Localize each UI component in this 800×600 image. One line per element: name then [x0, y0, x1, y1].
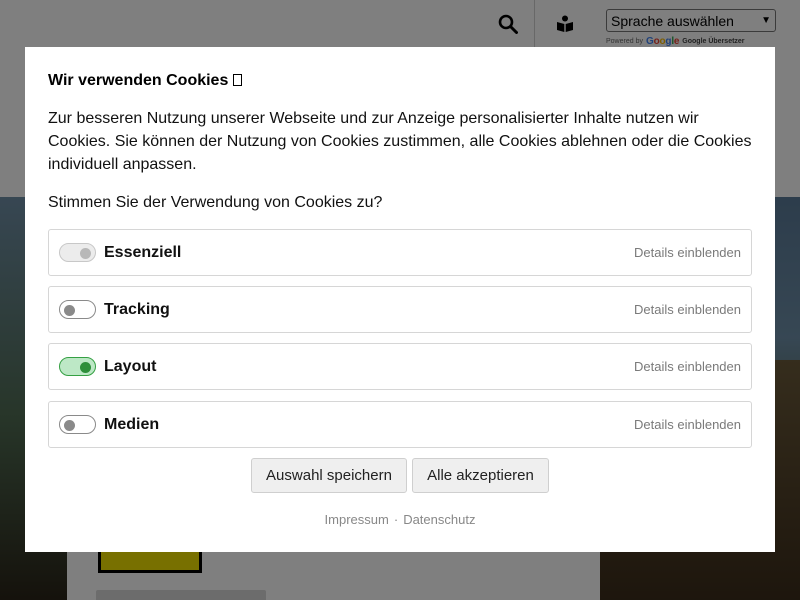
category-tracking: Tracking Details einblenden — [48, 286, 752, 333]
cookie-dialog: Wir verwenden Cookies Zur besseren Nutzu… — [25, 47, 775, 552]
category-medien: Medien Details einblenden — [48, 401, 752, 448]
dialog-footer: Impressum · Datenschutz — [25, 512, 775, 527]
dialog-description: Zur besseren Nutzung unserer Webseite un… — [48, 110, 752, 173]
missing-glyph-icon — [233, 74, 243, 86]
toggle-knob — [80, 248, 91, 259]
details-link[interactable]: Details einblenden — [634, 417, 741, 432]
toggle-medien[interactable] — [59, 415, 96, 434]
category-label: Tracking — [104, 300, 170, 318]
toggle-knob — [64, 305, 75, 316]
toggle-layout[interactable] — [59, 357, 96, 376]
accept-all-button[interactable]: Alle akzeptieren — [412, 458, 549, 493]
privacy-link[interactable]: Datenschutz — [403, 512, 475, 527]
dialog-title-text: Wir verwenden Cookies — [48, 72, 229, 89]
category-label: Medien — [104, 415, 160, 433]
footer-separator: · — [393, 512, 399, 527]
toggle-essenziell — [59, 243, 96, 262]
details-link[interactable]: Details einblenden — [634, 245, 741, 260]
imprint-link[interactable]: Impressum — [325, 512, 389, 527]
category-label: Essenziell — [104, 243, 182, 261]
details-link[interactable]: Details einblenden — [634, 302, 741, 317]
toggle-knob — [64, 420, 75, 431]
category-essenziell: Essenziell Details einblenden — [48, 229, 752, 276]
toggle-knob — [80, 362, 91, 373]
category-label: Layout — [104, 357, 157, 375]
details-link[interactable]: Details einblenden — [634, 359, 741, 374]
category-layout: Layout Details einblenden — [48, 343, 752, 390]
dialog-title: Wir verwenden Cookies — [48, 72, 243, 90]
toggle-tracking[interactable] — [59, 300, 96, 319]
dialog-question: Stimmen Sie der Verwendung von Cookies z… — [48, 194, 383, 211]
save-selection-button[interactable]: Auswahl speichern — [251, 458, 407, 493]
